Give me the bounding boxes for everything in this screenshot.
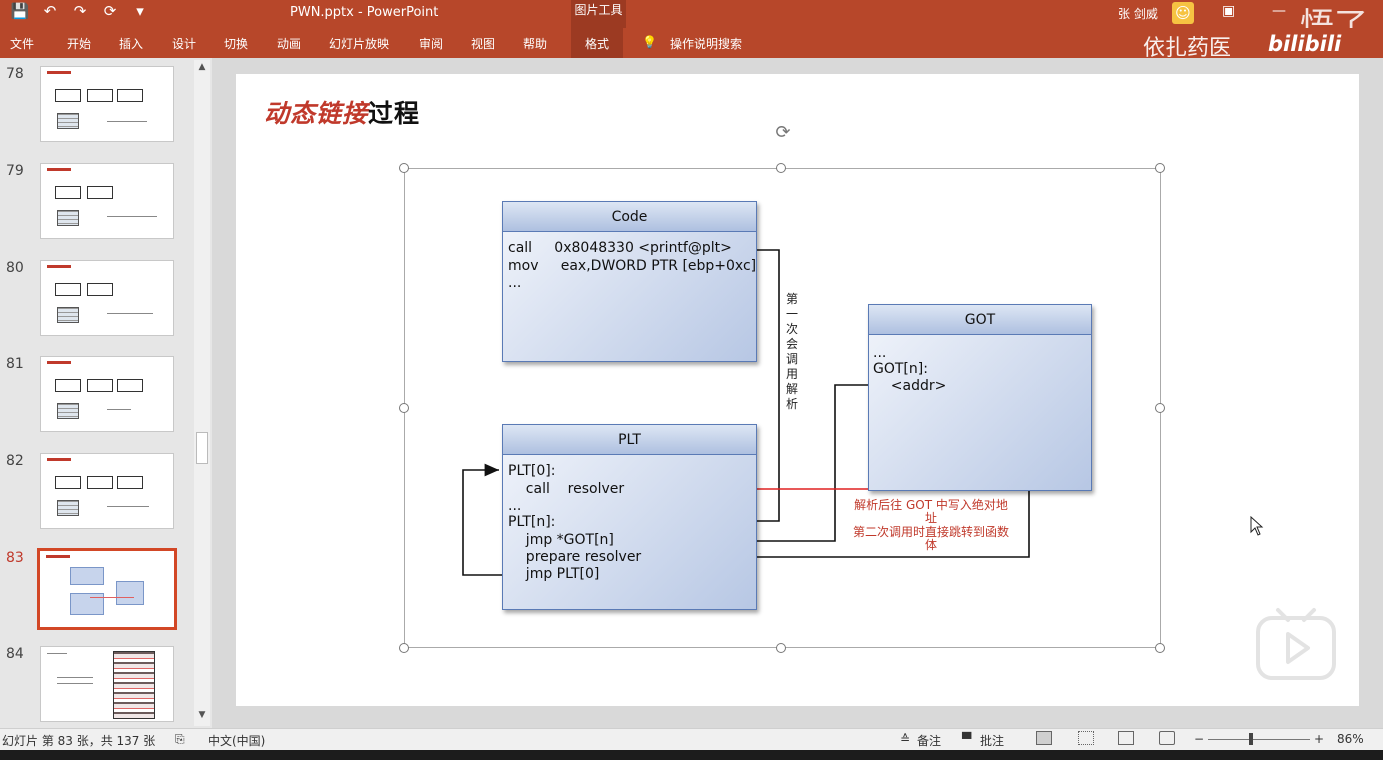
undo-icon[interactable]: ↶	[40, 2, 60, 20]
lightbulb-icon: 💡	[642, 35, 657, 49]
tab-home[interactable]: 开始	[67, 35, 91, 52]
slide-sorter-icon[interactable]	[1078, 731, 1094, 745]
slide-title[interactable]: 动态链接过程	[264, 94, 420, 130]
repeat-icon[interactable]: ⟳	[100, 2, 120, 20]
thumbnail-number: 79	[6, 163, 24, 179]
spellcheck-icon[interactable]: ⎘	[175, 732, 185, 747]
zoom-out-button[interactable]: −	[1194, 732, 1204, 746]
thumbnail-81[interactable]: 81	[0, 356, 195, 446]
thumbnail-image[interactable]	[40, 646, 174, 722]
selection-frame	[404, 168, 1161, 648]
thumbnail-80[interactable]: 80	[0, 260, 195, 350]
notes-icon[interactable]: ≙	[900, 732, 910, 746]
bilibili-logo: bilibili	[1268, 32, 1342, 56]
comments-icon[interactable]: ▀	[962, 732, 971, 746]
notes-button[interactable]: 备注	[917, 732, 941, 749]
minimize-icon[interactable]: —	[1272, 3, 1286, 19]
resize-handle[interactable]	[776, 163, 786, 173]
zoom-in-button[interactable]: +	[1314, 732, 1324, 746]
resize-handle[interactable]	[399, 403, 409, 413]
tab-animations[interactable]: 动画	[277, 35, 301, 52]
resize-handle[interactable]	[1155, 163, 1165, 173]
scroll-up-icon[interactable]: ▲	[194, 62, 210, 76]
user-name[interactable]: 张 剑威	[1118, 5, 1158, 22]
resize-handle[interactable]	[1155, 643, 1165, 653]
thumbnail-79[interactable]: 79	[0, 163, 195, 253]
quick-access-toolbar: 💾 ↶ ↷ ⟳ ▾	[10, 2, 150, 20]
thumbnail-83[interactable]: 83	[0, 548, 195, 640]
scrollbar-thumb[interactable]	[196, 432, 208, 464]
thumbnail-image[interactable]	[40, 453, 174, 529]
bilibili-play-icon	[1256, 608, 1336, 680]
slideshow-view-icon[interactable]	[1159, 731, 1175, 745]
title-bar: 💾 ↶ ↷ ⟳ ▾ PWN.pptx - PowerPoint 图片工具 张 剑…	[0, 0, 1383, 46]
thumbnail-number: 78	[6, 66, 24, 82]
tab-file[interactable]: 文件	[10, 35, 34, 52]
resize-handle[interactable]	[399, 643, 409, 653]
status-bar: 幻灯片 第 83 张，共 137 张 ⎘ 中文(中国) ≙ 备注 ▀ 批注 − …	[0, 728, 1383, 750]
ribbon-tabs: 文件 开始 插入 设计 切换 动画 幻灯片放映 审阅 视图 帮助 格式 💡 操作…	[0, 28, 1383, 61]
customize-qat-icon[interactable]: ▾	[130, 2, 150, 20]
normal-view-icon[interactable]	[1036, 731, 1052, 745]
thumbnail-number: 81	[6, 356, 24, 372]
slide-thumbnail-panel: 78 79 80 81 82 83 84	[0, 58, 210, 728]
document-title: PWN.pptx - PowerPoint	[290, 5, 439, 20]
slide-title-black: 过程	[368, 99, 421, 128]
thumbnail-image[interactable]	[40, 356, 174, 432]
language-indicator[interactable]: 中文(中国)	[208, 732, 265, 749]
thumbnail-image[interactable]	[40, 260, 174, 336]
ribbon-display-icon[interactable]: ▣	[1222, 3, 1235, 19]
taskbar	[0, 750, 1383, 760]
zoom-level[interactable]: 86%	[1337, 732, 1364, 746]
redo-icon[interactable]: ↷	[70, 2, 90, 20]
thumbnail-78[interactable]: 78	[0, 66, 195, 156]
tab-view[interactable]: 视图	[471, 35, 495, 52]
tab-review[interactable]: 审阅	[419, 35, 443, 52]
picture-tools-label: 图片工具	[571, 0, 626, 28]
tab-slideshow[interactable]: 幻灯片放映	[329, 35, 389, 52]
resize-handle[interactable]	[1155, 403, 1165, 413]
comments-button[interactable]: 批注	[980, 732, 1004, 749]
tell-me-search[interactable]: 操作说明搜索	[670, 35, 742, 52]
thumbnail-84[interactable]: 84	[0, 646, 195, 728]
thumbnail-number: 80	[6, 260, 24, 276]
tab-help[interactable]: 帮助	[523, 35, 547, 52]
thumbnail-scrollbar[interactable]: ▲ ▼	[194, 60, 210, 726]
thumbnail-number: 84	[6, 646, 24, 662]
tab-transitions[interactable]: 切换	[224, 35, 248, 52]
thumbnail-82[interactable]: 82	[0, 453, 195, 543]
thumbnail-number: 82	[6, 453, 24, 469]
thumbnail-number: 83	[6, 550, 24, 566]
reading-view-icon[interactable]	[1118, 731, 1134, 745]
thumbnail-image-active[interactable]	[37, 548, 177, 630]
scroll-down-icon[interactable]: ▼	[194, 710, 210, 724]
save-icon[interactable]: 💾	[10, 2, 30, 20]
mouse-cursor-icon	[1250, 516, 1264, 536]
tab-design[interactable]: 设计	[172, 35, 196, 52]
avatar[interactable]: ☺	[1172, 2, 1194, 24]
thumbnail-image[interactable]	[40, 66, 174, 142]
tab-format[interactable]: 格式	[571, 28, 624, 58]
zoom-slider-knob[interactable]	[1249, 733, 1253, 745]
resize-handle[interactable]	[776, 643, 786, 653]
zoom-slider[interactable]	[1208, 739, 1310, 740]
rotate-handle-icon[interactable]: ⟳	[772, 122, 794, 144]
slide-counter: 幻灯片 第 83 张，共 137 张	[2, 734, 156, 748]
slide-title-red: 动态链接	[264, 99, 369, 128]
tab-insert[interactable]: 插入	[119, 35, 143, 52]
resize-handle[interactable]	[399, 163, 409, 173]
thumbnail-image[interactable]	[40, 163, 174, 239]
